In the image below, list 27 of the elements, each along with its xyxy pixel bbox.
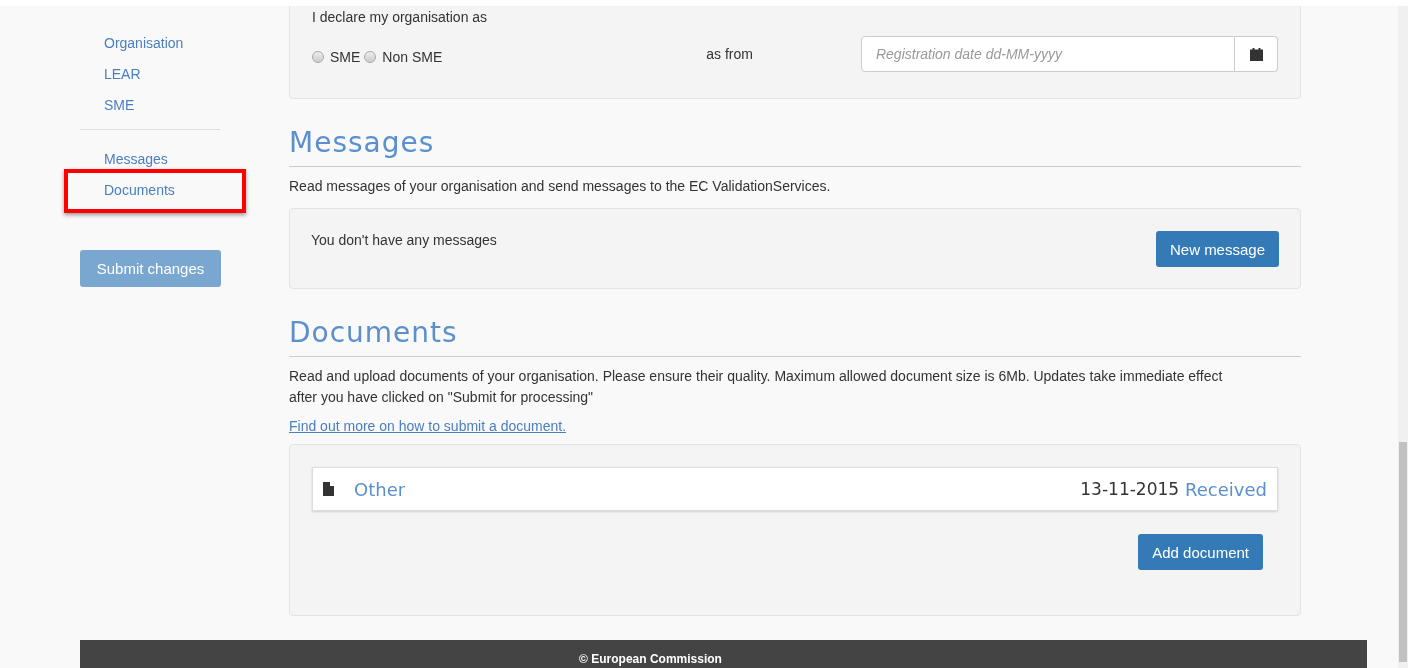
documents-description: Read and upload documents of your organisation. Please ensure their quality. Maximum allowed document size is 6Mb. Updates take immediate effect after you have clicked on "Submit for processing" — [289, 367, 1224, 407]
document-row[interactable]: Other 13-11-2015 Received — [312, 467, 1278, 511]
messages-description: Read messages of your organisation and send messages to the EC ValidationServices. — [289, 177, 832, 196]
documents-heading: Documents — [289, 316, 459, 350]
date-field[interactable]: Registration date dd-MM-yyyy — [860, 36, 1235, 72]
no-messages-text: You don't have any messages — [311, 232, 497, 248]
messages-heading: Messages — [289, 126, 436, 160]
add-document-button[interactable]: Add document — [1138, 534, 1263, 570]
document-status: Received — [1185, 478, 1267, 500]
sidebar-link[interactable]: Organisation — [104, 28, 184, 59]
radio-button[interactable] — [364, 51, 377, 63]
radio-label: Non SME — [382, 49, 443, 65]
radio-label: SME — [330, 49, 361, 65]
sidebar-link[interactable]: LEAR — [104, 59, 141, 90]
document-name: Other — [354, 478, 407, 500]
new-message-button[interactable]: New message — [1155, 231, 1279, 267]
calendar-icon[interactable] — [1249, 47, 1263, 61]
as-from-label: as from — [706, 46, 753, 62]
sidebar-link[interactable]: SME — [104, 90, 135, 121]
help-link[interactable]: Find out more on how to submit a document. — [289, 418, 567, 434]
declaration-label: I declare my organisation as — [312, 8, 489, 26]
radio-button[interactable] — [312, 51, 324, 63]
sidebar-link[interactable]: Documents — [104, 175, 175, 206]
copyright-text: © European Commission — [579, 652, 722, 666]
file-icon — [323, 482, 334, 496]
sidebar-link[interactable]: Messages — [104, 144, 168, 175]
document-date: 13-11-2015 — [1080, 479, 1180, 499]
